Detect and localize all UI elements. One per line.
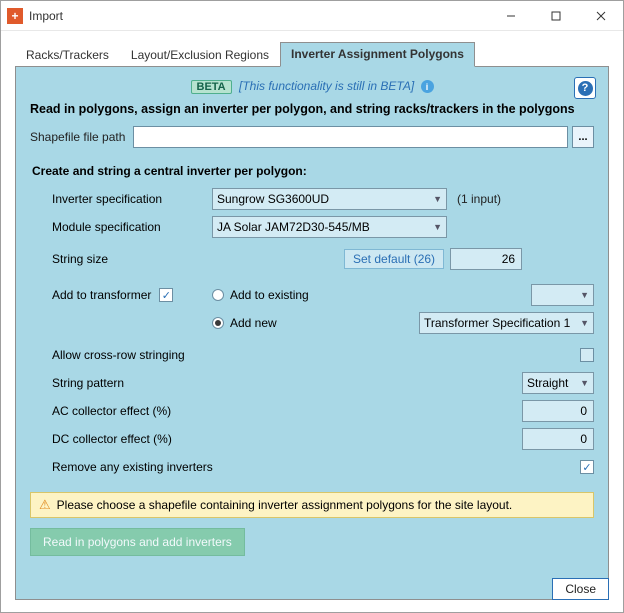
- close-button[interactable]: Close: [552, 578, 609, 600]
- existing-transformer-select[interactable]: ▼: [531, 284, 594, 306]
- ac-collector-input[interactable]: [522, 400, 594, 422]
- minimize-button[interactable]: [488, 1, 533, 31]
- form-area: Inverter specification Sungrow SG3600UD …: [30, 186, 594, 480]
- string-size-input[interactable]: [450, 248, 522, 270]
- help-button[interactable]: ?: [574, 77, 596, 99]
- filepath-input[interactable]: [133, 126, 568, 148]
- chevron-down-icon: ▼: [580, 378, 589, 388]
- allow-cross-label: Allow cross-row stringing: [52, 348, 212, 362]
- beta-text: [This functionality is still in BETA]: [239, 79, 414, 93]
- minimize-icon: [506, 11, 516, 21]
- filepath-label: Shapefile file path: [30, 130, 125, 144]
- transformer-spec-value: Transformer Specification 1: [424, 316, 570, 330]
- dialog-footer: Close: [552, 578, 609, 600]
- chevron-down-icon: ▼: [433, 194, 442, 204]
- app-icon: +: [7, 8, 23, 24]
- tab-racks-trackers[interactable]: Racks/Trackers: [15, 43, 120, 67]
- inverter-select[interactable]: Sungrow SG3600UD ▼: [212, 188, 447, 210]
- transformer-spec-select[interactable]: Transformer Specification 1 ▼: [419, 312, 594, 334]
- module-select[interactable]: JA Solar JAM72D30-545/MB ▼: [212, 216, 447, 238]
- inverter-note: (1 input): [457, 192, 501, 206]
- set-default-button[interactable]: Set default (26): [344, 249, 444, 269]
- tab-inverter-assignment[interactable]: Inverter Assignment Polygons: [280, 42, 475, 67]
- allow-cross-checkbox[interactable]: [580, 348, 594, 362]
- headline: Read in polygons, assign an inverter per…: [30, 102, 594, 116]
- inverter-value: Sungrow SG3600UD: [217, 192, 329, 206]
- window-title: Import: [29, 9, 488, 23]
- dc-collector-label: DC collector effect (%): [52, 432, 212, 446]
- section-title: Create and string a central inverter per…: [32, 164, 594, 178]
- string-size-label: String size: [52, 252, 212, 266]
- add-transformer-label: Add to transformer: [52, 288, 151, 302]
- tab-panel: ? BETA [This functionality is still in B…: [15, 66, 609, 600]
- remove-existing-label: Remove any existing inverters: [52, 460, 292, 474]
- browse-button[interactable]: ...: [572, 126, 594, 148]
- maximize-icon: [551, 11, 561, 21]
- client-area: Racks/Trackers Layout/Exclusion Regions …: [1, 31, 623, 612]
- tab-layout-exclusion[interactable]: Layout/Exclusion Regions: [120, 43, 280, 67]
- inverter-label: Inverter specification: [52, 192, 212, 206]
- radio-add-new[interactable]: [212, 317, 224, 329]
- beta-row: BETA [This functionality is still in BET…: [30, 79, 594, 94]
- info-icon[interactable]: i: [421, 80, 434, 93]
- string-pattern-value: Straight: [527, 376, 568, 390]
- chevron-down-icon: ▼: [580, 290, 589, 300]
- module-value: JA Solar JAM72D30-545/MB: [217, 220, 370, 234]
- radio-add-existing[interactable]: [212, 289, 224, 301]
- radio-add-new-label: Add new: [230, 316, 342, 330]
- warning-text: Please choose a shapefile containing inv…: [57, 498, 513, 512]
- title-bar: + Import: [1, 1, 623, 31]
- filepath-row: Shapefile file path ...: [30, 126, 594, 148]
- add-transformer-wrap: Add to transformer: [52, 288, 212, 302]
- window-close-button[interactable]: [578, 1, 623, 31]
- close-icon: [596, 11, 606, 21]
- maximize-button[interactable]: [533, 1, 578, 31]
- radio-add-existing-label: Add to existing: [230, 288, 342, 302]
- ac-collector-label: AC collector effect (%): [52, 404, 212, 418]
- add-transformer-checkbox[interactable]: [159, 288, 173, 302]
- import-dialog: + Import Racks/Trackers Layout/Exclusion…: [0, 0, 624, 613]
- chevron-down-icon: ▼: [580, 318, 589, 328]
- remove-existing-checkbox[interactable]: [580, 460, 594, 474]
- dc-collector-input[interactable]: [522, 428, 594, 450]
- string-pattern-select[interactable]: Straight ▼: [522, 372, 594, 394]
- warning-banner: ⚠ Please choose a shapefile containing i…: [30, 492, 594, 518]
- help-icon: ?: [578, 81, 593, 96]
- tab-strip: Racks/Trackers Layout/Exclusion Regions …: [15, 41, 609, 66]
- chevron-down-icon: ▼: [433, 222, 442, 232]
- warning-icon: ⚠: [39, 497, 51, 513]
- string-pattern-label: String pattern: [52, 376, 212, 390]
- beta-badge: BETA: [191, 80, 232, 94]
- module-label: Module specification: [52, 220, 212, 234]
- read-polygons-button[interactable]: Read in polygons and add inverters: [30, 528, 245, 556]
